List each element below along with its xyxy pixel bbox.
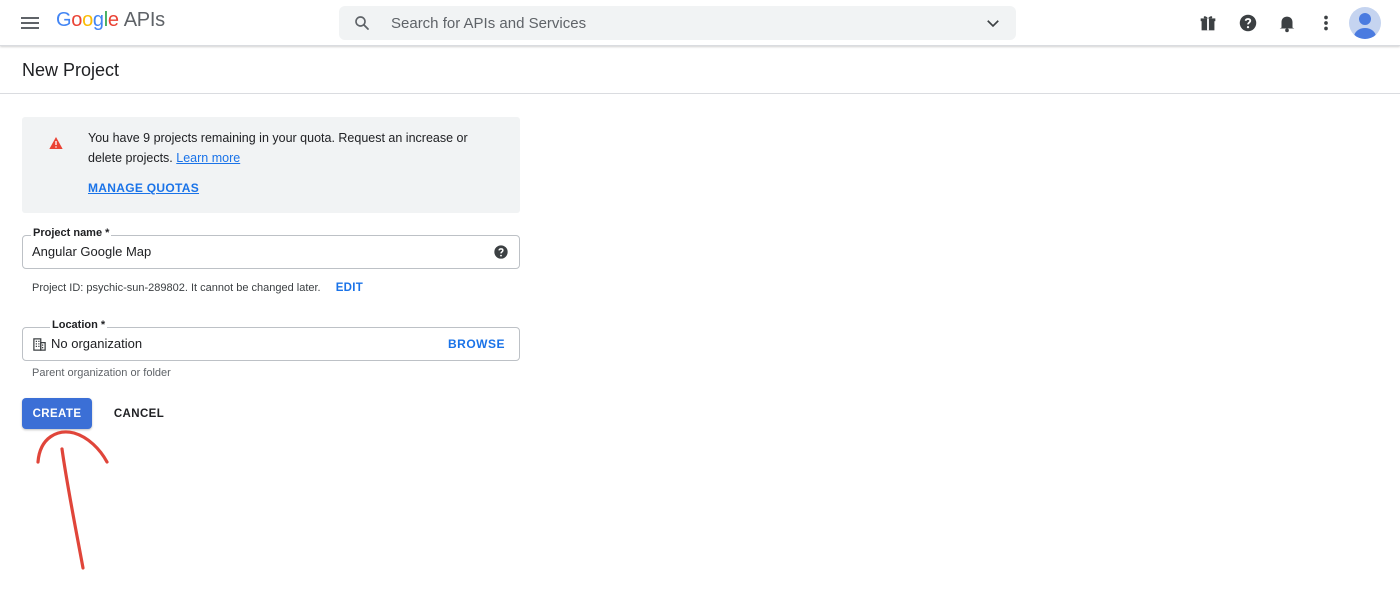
building-icon bbox=[33, 338, 46, 351]
logo-suffix: APIs bbox=[123, 9, 165, 31]
help-icon[interactable] bbox=[1237, 12, 1259, 34]
annotation-arrow-icon bbox=[36, 430, 109, 570]
avatar-person-icon bbox=[1354, 13, 1376, 39]
project-name-label: Project name * bbox=[31, 227, 112, 239]
warning-icon bbox=[49, 137, 63, 149]
search-input[interactable] bbox=[391, 6, 971, 40]
google-apis-logo[interactable]: Google APIs bbox=[56, 9, 165, 32]
menu-icon[interactable] bbox=[18, 12, 42, 34]
logo-letter: e bbox=[107, 9, 119, 31]
page-title: New Project bbox=[22, 60, 120, 80]
avatar[interactable] bbox=[1349, 7, 1381, 39]
browse-button[interactable]: BROWSE bbox=[448, 337, 505, 351]
logo-letter: G bbox=[56, 9, 72, 31]
project-id-text: Project ID: psychic-sun-289802. It canno… bbox=[32, 282, 321, 294]
logo-letter: o bbox=[82, 9, 93, 31]
gift-icon[interactable] bbox=[1197, 12, 1219, 34]
logo-letter: o bbox=[71, 9, 83, 31]
help-icon[interactable] bbox=[493, 244, 509, 260]
quota-text: You have 9 projects remaining in your qu… bbox=[88, 131, 468, 165]
location-helper-text: Parent organization or folder bbox=[32, 367, 171, 379]
quota-message: You have 9 projects remaining in your qu… bbox=[88, 128, 498, 168]
top-app-bar: Google APIs bbox=[0, 0, 1400, 46]
project-name-value[interactable]: Angular Google Map bbox=[32, 244, 151, 259]
project-name-field[interactable]: Project name * Angular Google Map bbox=[22, 227, 520, 269]
more-vert-icon[interactable] bbox=[1315, 12, 1337, 34]
notifications-bell-icon[interactable] bbox=[1276, 12, 1298, 34]
logo-letter: g bbox=[92, 9, 104, 31]
manage-quotas-link[interactable]: MANAGE QUOTAS bbox=[88, 181, 199, 195]
project-id-note: Project ID: psychic-sun-289802. It canno… bbox=[32, 282, 363, 294]
search-icon[interactable] bbox=[353, 14, 371, 32]
location-field[interactable]: Location * No organization BROWSE bbox=[22, 319, 520, 361]
location-value: No organization bbox=[51, 336, 143, 351]
edit-project-id-button[interactable]: EDIT bbox=[336, 282, 363, 294]
chevron-down-icon[interactable] bbox=[984, 14, 1002, 32]
location-label: Location * bbox=[50, 319, 108, 331]
search-bar[interactable] bbox=[339, 6, 1016, 40]
quota-notice: You have 9 projects remaining in your qu… bbox=[22, 117, 520, 213]
learn-more-link[interactable]: Learn more bbox=[176, 151, 240, 165]
page-header: New Project bbox=[0, 47, 1400, 94]
